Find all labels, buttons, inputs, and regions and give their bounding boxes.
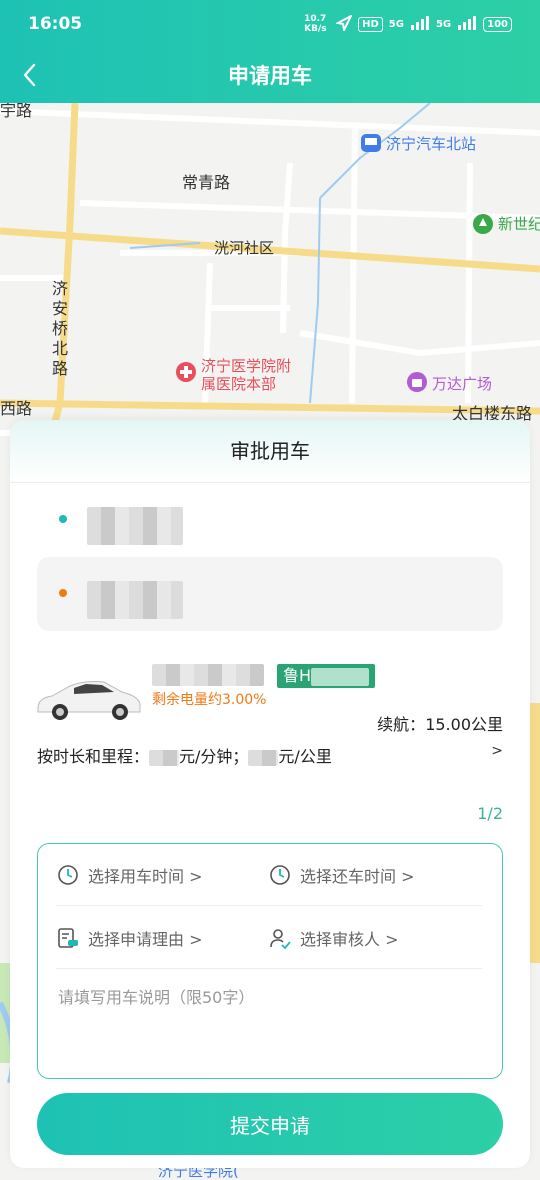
car-model-redacted	[152, 664, 264, 690]
map-road-label: 宇路	[0, 103, 33, 120]
pickup-time-label: 选择用车时间 >	[88, 867, 203, 886]
chevron-right-icon[interactable]: >	[491, 743, 503, 759]
map-road-label: 常青路	[182, 173, 231, 192]
return-address-redacted	[87, 581, 183, 623]
license-plate: 鲁H	[277, 664, 376, 688]
return-time-picker[interactable]: 选择还车时间 >	[268, 844, 415, 906]
battery-level-text: 剩余电量约3.00%	[152, 692, 267, 708]
map-road-label: 西路	[0, 399, 33, 418]
poi-label: 万达广场	[432, 375, 493, 393]
page-indicator: 1/2	[477, 804, 503, 823]
signal-icon	[410, 15, 430, 33]
card-title: 审批用车	[10, 420, 530, 483]
document-car-icon	[58, 928, 78, 948]
net2-label: 5G	[435, 18, 452, 30]
user-check-icon	[270, 929, 291, 950]
nav-bar: 申请用车	[0, 50, 540, 100]
status-icons: 10.7 KB/s HD 5G 5G 100	[304, 13, 512, 34]
signal-icon	[457, 15, 477, 33]
application-form: 选择用车时间 > 选择还车时间 > 选择申请理由 > 选择审核人 >	[37, 843, 503, 1079]
map-road-label: 济安桥北路	[52, 279, 69, 378]
clock-icon	[270, 865, 290, 885]
status-time: 16:05	[28, 14, 83, 34]
pricing-label: 按时长和里程：	[37, 747, 150, 766]
return-dot-icon	[59, 589, 67, 597]
return-address-row[interactable]	[37, 557, 503, 631]
app-header: 16:05 10.7 KB/s HD 5G 5G 100 申请用车	[0, 0, 540, 103]
pickup-address-row[interactable]	[37, 483, 503, 557]
form-row-reason-approver: 选择申请理由 > 选择审核人 >	[56, 907, 482, 969]
usage-note-textarea[interactable]	[58, 984, 484, 1064]
reason-label: 选择申请理由 >	[88, 930, 203, 949]
approver-label: 选择审核人 >	[300, 930, 399, 949]
net1-label: 5G	[388, 18, 404, 30]
bus-station-icon	[361, 134, 381, 152]
map-area-label: 洸河社区	[214, 239, 275, 257]
battery-icon: 100	[483, 16, 512, 32]
poi-label: 济宁汽车北站	[386, 135, 477, 153]
approver-picker[interactable]: 选择审核人 >	[268, 907, 399, 969]
hd-badge: HD	[358, 16, 383, 32]
pickup-address-redacted	[87, 507, 183, 549]
pickup-time-picker[interactable]: 选择用车时间 >	[56, 844, 203, 906]
page-title: 申请用车	[228, 64, 312, 88]
status-bar: 16:05 10.7 KB/s HD 5G 5G 100	[0, 0, 540, 50]
network-speed: 10.7 KB/s	[304, 14, 327, 34]
poi-label: 新世纪	[498, 215, 540, 233]
car-icon	[37, 681, 141, 720]
price-per-km-unit: 元/公里	[278, 747, 332, 766]
hospital-icon	[176, 362, 196, 382]
submit-button[interactable]: 提交申请	[37, 1093, 503, 1155]
price-per-minute-unit: 元/分钟；	[179, 747, 249, 766]
reason-picker[interactable]: 选择申请理由 >	[56, 907, 203, 969]
location-icon	[335, 13, 354, 34]
form-row-times: 选择用车时间 > 选择还车时间 >	[56, 844, 482, 906]
pickup-dot-icon	[59, 515, 67, 523]
return-time-label: 选择还车时间 >	[300, 867, 415, 886]
approval-card: 审批用车 鲁H 剩余电量约3.00% 续航：15.00公里 按时长和里程： 元/分…	[10, 420, 530, 1168]
clock-icon	[58, 865, 78, 885]
range-text: 续航：15.00公里	[377, 715, 503, 734]
park-icon	[473, 214, 493, 234]
shopping-icon	[407, 372, 427, 392]
poi-label-line2: 属医院本部	[201, 375, 277, 393]
pricing-row[interactable]: 按时长和里程： 元/分钟； 元/公里 >	[37, 743, 503, 767]
